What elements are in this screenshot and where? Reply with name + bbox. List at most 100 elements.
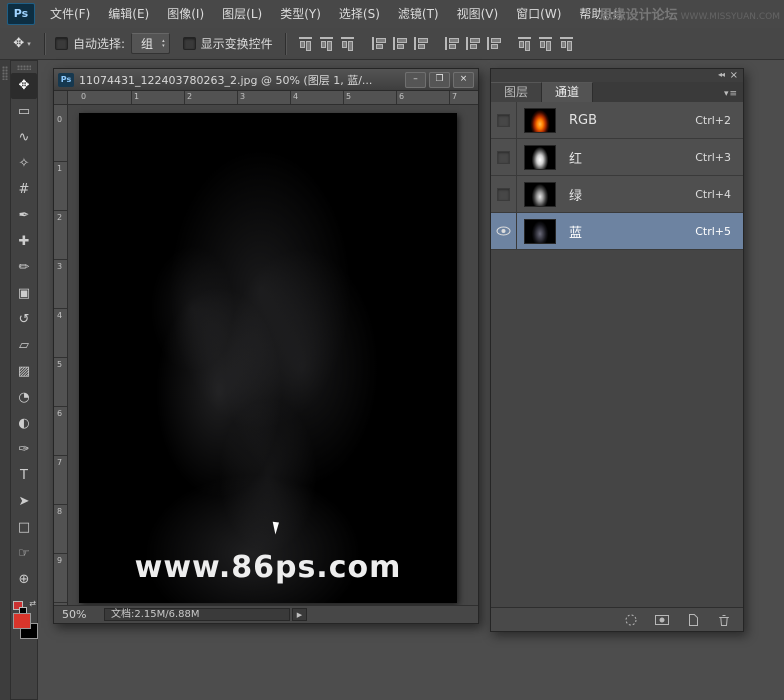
stepper-icon: ▴▾ (162, 39, 165, 48)
toolbar-grip[interactable] (17, 65, 31, 70)
ruler-v-number: 7 (57, 458, 62, 467)
channel-list: RGBCtrl+2 红 Ctrl+3 绿Ctrl+4蓝Ctrl+5 (491, 102, 743, 250)
tool-type[interactable]: T (11, 463, 37, 489)
tool-history-brush[interactable]: ↺ (11, 307, 37, 333)
menu-view[interactable]: 视图(V) (448, 0, 508, 28)
forum-name: 思缘设计论坛 (600, 8, 678, 23)
auto-select-label: 自动选择: (73, 35, 125, 52)
visibility-eye-icon[interactable] (491, 213, 517, 249)
channel-row-green[interactable]: 绿Ctrl+4 (491, 176, 743, 213)
menu-items: 文件(F)编辑(E)图像(I)图层(L)类型(Y)选择(S)滤镜(T)视图(V)… (41, 0, 631, 28)
menu-edit[interactable]: 编辑(E) (99, 0, 158, 28)
tab-channels[interactable]: 通道 (542, 82, 593, 102)
channel-shortcut: Ctrl+3 (695, 151, 731, 164)
cursor-pointer-icon (273, 521, 282, 535)
tool-crop[interactable]: # (11, 177, 37, 203)
canvas-image[interactable]: www.86ps.com (79, 113, 457, 603)
tool-pen[interactable]: ✑ (11, 437, 37, 463)
channel-row-rgb[interactable]: RGBCtrl+2 (491, 102, 743, 139)
align-left-edges-icon[interactable] (370, 36, 387, 51)
auto-select-checkbox[interactable] (55, 37, 68, 50)
show-transform-checkbox[interactable] (183, 37, 196, 50)
maximize-button[interactable]: ❐ (429, 72, 450, 88)
menu-image[interactable]: 图像(I) (158, 0, 213, 28)
ruler-corner[interactable] (54, 91, 68, 105)
align-horizontal-centers-icon[interactable] (391, 36, 408, 51)
new-channel-icon[interactable] (684, 612, 702, 627)
window-buttons: – ❐ × (405, 72, 474, 88)
menu-window[interactable]: 窗口(W) (507, 0, 570, 28)
channels-panel: ◂◂ × 图层 通道 ▾≡ RGBCtrl+2 红 Ctrl+3 绿Ctrl+4蓝Ct… (490, 68, 744, 632)
default-colors-icon[interactable] (13, 601, 23, 610)
panel-menu-icon[interactable]: ▾≡ (724, 89, 738, 99)
channel-row-blue[interactable]: 蓝Ctrl+5 (491, 213, 743, 250)
menu-bar: Ps 文件(F)编辑(E)图像(I)图层(L)类型(Y)选择(S)滤镜(T)视图… (0, 0, 784, 29)
vertical-ruler: 012345678910 (54, 105, 68, 605)
distribute-bottom-edges-icon[interactable] (485, 36, 502, 51)
visibility-toggle[interactable] (491, 176, 517, 212)
document-titlebar[interactable]: Ps 11074431_122403780263_2.jpg @ 50% (图层… (54, 69, 478, 91)
align-bottom-edges-icon[interactable] (340, 35, 355, 52)
tool-dodge[interactable]: ◐ (11, 411, 37, 437)
channel-shortcut: Ctrl+4 (695, 188, 731, 201)
menu-file[interactable]: 文件(F) (41, 0, 99, 28)
tool-clone-stamp[interactable]: ▣ (11, 281, 37, 307)
tool-lasso[interactable]: ∿ (11, 125, 37, 151)
ruler-h-number: 0 (81, 92, 86, 101)
menu-type[interactable]: 类型(Y) (271, 0, 330, 28)
menu-filter[interactable]: 滤镜(T) (389, 0, 448, 28)
distribute-horizontal-centers-icon[interactable] (538, 35, 553, 52)
distribute-vertical-centers-icon[interactable] (464, 36, 481, 51)
close-panel-icon[interactable]: × (730, 69, 738, 82)
empty-eye-well (497, 188, 510, 201)
tool-gradient[interactable]: ▨ (11, 359, 37, 385)
distribute-left-edges-icon[interactable] (517, 35, 532, 52)
menu-layer[interactable]: 图层(L) (213, 0, 271, 28)
visibility-toggle[interactable] (491, 139, 517, 175)
tool-rectangle-shape[interactable]: □ (11, 515, 37, 541)
tool-spot-healing[interactable]: ✚ (11, 229, 37, 255)
tool-list: ✥▭∿✧#✒✚✏▣↺▱▨◔◐✑T➤□☞⊕ (11, 73, 37, 593)
zoom-level-field[interactable]: 50% (62, 608, 104, 621)
tool-brush[interactable]: ✏ (11, 255, 37, 281)
tool-hand[interactable]: ☞ (11, 541, 37, 567)
swap-colors-icon[interactable]: ⇄ (29, 599, 36, 608)
tool-eyedropper[interactable]: ✒ (11, 203, 37, 229)
tool-path-selection[interactable]: ➤ (11, 489, 37, 515)
channel-thumbnail-rgb (524, 108, 556, 133)
auto-select-target-dropdown[interactable]: 组 ▴▾ (131, 33, 170, 54)
collapse-panel-icon[interactable]: ◂◂ (718, 70, 724, 79)
document-statusbar: 50% 文档:2.15M/6.88M ▶ (54, 605, 478, 623)
tool-blur[interactable]: ◔ (11, 385, 37, 411)
channel-row-red[interactable]: 红 Ctrl+3 (491, 139, 743, 176)
minimize-button[interactable]: – (405, 72, 426, 88)
close-button[interactable]: × (453, 72, 474, 88)
load-selection-icon[interactable] (622, 612, 640, 627)
tool-move[interactable]: ✥ (11, 73, 37, 99)
status-options-arrow[interactable]: ▶ (292, 608, 307, 621)
panel-header[interactable]: ◂◂ × (491, 69, 743, 82)
menu-select[interactable]: 选择(S) (330, 0, 389, 28)
tool-quick-selection[interactable]: ✧ (11, 151, 37, 177)
tool-zoom[interactable]: ⊕ (11, 567, 37, 593)
align-top-edges-icon[interactable] (298, 35, 313, 52)
ruler-v-number: 4 (57, 311, 62, 320)
tool-options-bar: ✥ ▾ 自动选择: 组 ▴▾ 显示变换控件 (0, 28, 784, 60)
ruler-v-number: 1 (57, 164, 62, 173)
save-selection-as-channel-icon[interactable] (653, 612, 671, 627)
channel-name: 红 (569, 148, 582, 167)
distribute-top-edges-icon[interactable] (443, 36, 460, 51)
tool-eraser[interactable]: ▱ (11, 333, 37, 359)
ruler-h-number: 3 (240, 92, 245, 101)
tool-rect-marquee[interactable]: ▭ (11, 99, 37, 125)
distribute-right-edges-icon[interactable] (559, 35, 574, 52)
channel-thumbnail-blue (524, 219, 556, 244)
current-tool-preview[interactable]: ✥ ▾ (6, 33, 38, 55)
align-right-edges-icon[interactable] (412, 36, 429, 51)
foreground-color-swatch[interactable] (13, 613, 31, 629)
align-vertical-centers-icon[interactable] (319, 35, 334, 52)
visibility-toggle[interactable] (491, 102, 517, 138)
delete-channel-icon[interactable] (715, 612, 733, 627)
canvas-viewport[interactable]: www.86ps.com (68, 105, 478, 605)
tab-layers[interactable]: 图层 (491, 82, 542, 102)
